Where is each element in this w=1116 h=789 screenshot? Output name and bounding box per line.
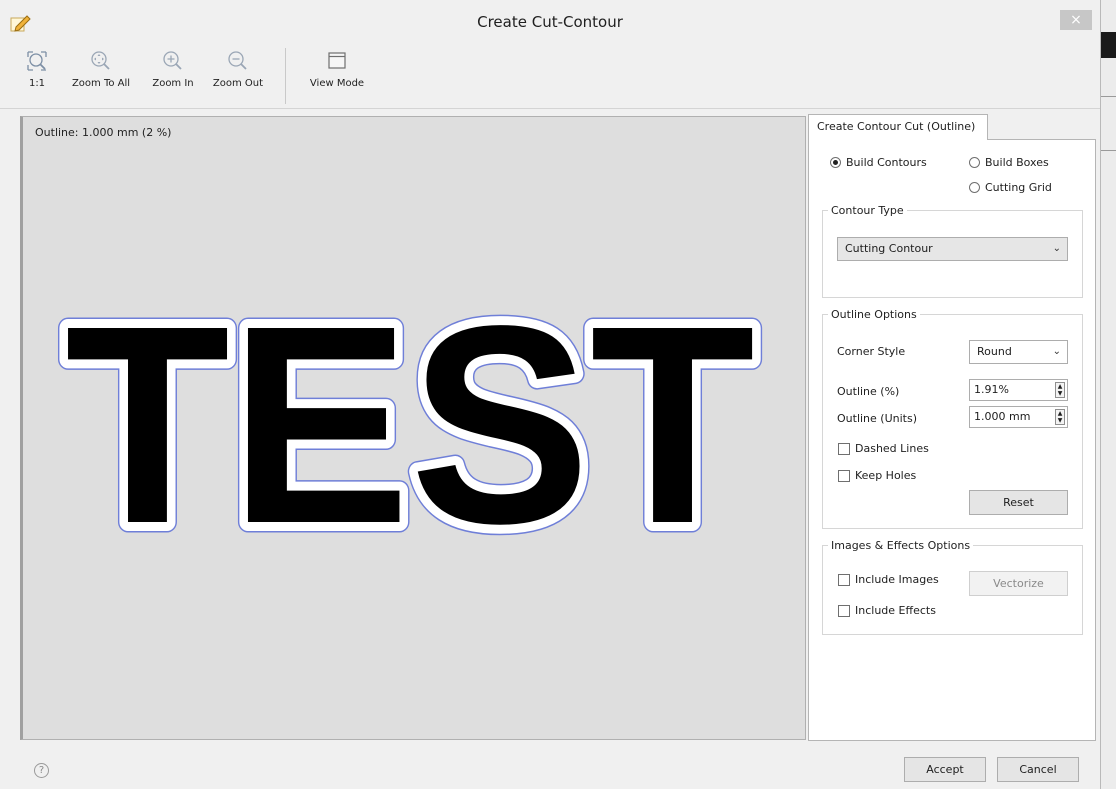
contour-type-legend: Contour Type (831, 204, 904, 217)
keep-holes-label: Keep Holes (855, 469, 917, 482)
dashed-lines-label: Dashed Lines (855, 442, 929, 455)
include-effects-checkbox[interactable]: Include Effects (838, 604, 936, 617)
help-icon[interactable]: ? (34, 763, 49, 778)
contour-type-select[interactable]: Cutting Contour ⌄ (837, 237, 1068, 261)
spinner-arrows-icon[interactable]: ▲ ▼ (1055, 382, 1065, 398)
zoom-to-all-button[interactable]: Zoom To All (70, 49, 132, 89)
radio-indicator (969, 182, 980, 193)
background-divider (1101, 150, 1116, 151)
zoom-to-all-icon (91, 51, 110, 70)
checkbox-box (838, 469, 850, 482)
corner-style-label: Corner Style (837, 345, 906, 358)
build-contours-label: Build Contours (846, 156, 927, 169)
outline-units-value: 1.000 mm (974, 410, 1031, 423)
preview-canvas[interactable]: Outline: 1.000 mm (2 %) TEST TEST TEST (20, 116, 806, 740)
zoom-in-label: Zoom In (152, 78, 194, 89)
zoom-out-icon (228, 51, 247, 70)
window-title: Create Cut-Contour (477, 13, 623, 31)
checkbox-box (838, 604, 850, 617)
zoom-out-button[interactable]: Zoom Out (210, 49, 266, 89)
vectorize-button[interactable]: Vectorize (969, 571, 1068, 596)
radio-indicator (969, 157, 980, 168)
view-mode-button[interactable]: View Mode (306, 49, 368, 89)
tab-create-contour-cut[interactable]: Create Contour Cut (Outline) (808, 114, 988, 140)
chevron-down-icon: ⌄ (1052, 346, 1061, 357)
view-mode-label: View Mode (309, 78, 365, 89)
outline-units-label: Outline (Units) (837, 412, 917, 425)
zoom-in-button[interactable]: Zoom In (148, 49, 198, 89)
include-images-label: Include Images (855, 573, 939, 586)
cutting-grid-label: Cutting Grid (985, 181, 1052, 194)
accept-button[interactable]: Accept (904, 757, 986, 782)
reset-button[interactable]: Reset (969, 490, 1068, 515)
include-images-checkbox[interactable]: Include Images (838, 573, 939, 586)
zoom-out-label: Zoom Out (212, 78, 264, 89)
outline-percent-value: 1.91% (974, 383, 1009, 396)
checkbox-box (838, 573, 850, 586)
outline-options-legend: Outline Options (831, 308, 917, 321)
corner-style-select[interactable]: Round ⌄ (969, 340, 1068, 364)
one-to-one-label: 1:1 (28, 78, 46, 89)
zoom-to-all-label: Zoom To All (71, 78, 131, 89)
toolbar: 1:1 Zoom To All Zoom In Zoom Out View Mo… (0, 42, 1100, 109)
zoom-in-icon (163, 51, 182, 70)
radio-indicator-selected (830, 157, 841, 168)
contour-options-panel: Build Contours Build Boxes Cutting Grid … (808, 139, 1096, 741)
title-bar: Create Cut-Contour × (0, 0, 1100, 41)
spinner-arrows-icon[interactable]: ▲ ▼ (1055, 409, 1065, 425)
build-boxes-label: Build Boxes (985, 156, 1049, 169)
chevron-down-icon: ⌄ (1052, 243, 1061, 254)
preview-text-fill: TEST (65, 267, 755, 582)
cancel-button[interactable]: Cancel (997, 757, 1079, 782)
view-mode-window-icon (328, 52, 346, 69)
background-window-block (1101, 32, 1116, 58)
include-effects-label: Include Effects (855, 604, 936, 617)
images-effects-legend: Images & Effects Options (831, 539, 971, 552)
radio-build-boxes[interactable]: Build Boxes (969, 156, 1049, 169)
background-divider (1101, 96, 1116, 97)
one-to-one-button[interactable]: 1:1 (22, 49, 52, 89)
close-button[interactable]: × (1060, 10, 1092, 30)
corner-style-value: Round (977, 345, 1012, 358)
create-cut-contour-dialog: Create Cut-Contour × 1:1 Zoom To All Zoo… (0, 0, 1101, 789)
test-text-preview: TEST TEST TEST (55, 257, 766, 593)
dashed-lines-checkbox[interactable]: Dashed Lines (838, 442, 929, 455)
outline-percent-spinner[interactable]: 1.91% ▲ ▼ (969, 379, 1068, 401)
radio-cutting-grid[interactable]: Cutting Grid (969, 181, 1052, 194)
outline-units-spinner[interactable]: 1.000 mm ▲ ▼ (969, 406, 1068, 428)
keep-holes-checkbox[interactable]: Keep Holes (838, 469, 916, 482)
checkbox-box (838, 442, 850, 455)
zoom-fit-frame-icon (27, 51, 47, 71)
outline-percent-label: Outline (%) (837, 385, 900, 398)
contour-type-value: Cutting Contour (845, 242, 933, 255)
background-window-edge (1101, 0, 1116, 789)
radio-build-contours[interactable]: Build Contours (830, 156, 927, 169)
toolbar-separator (285, 48, 286, 104)
